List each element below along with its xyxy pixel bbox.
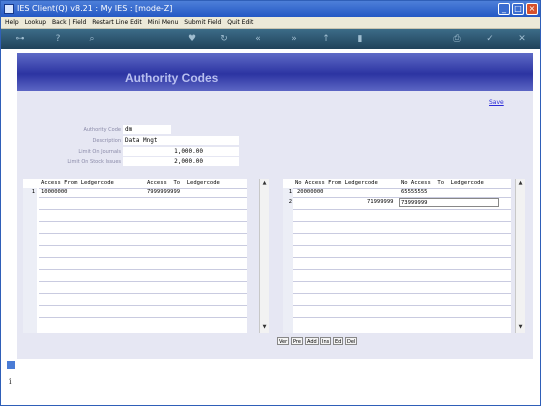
access-row-num: 1	[31, 189, 35, 195]
grid-line	[293, 305, 511, 306]
limit-stock-issues-field[interactable]: 2,000.00	[123, 157, 239, 166]
authority-code-field[interactable]: dm	[123, 125, 171, 134]
ok-icon[interactable]: ✓	[485, 34, 495, 44]
pre-button[interactable]: Pre	[291, 337, 303, 345]
row-gutter	[283, 188, 293, 333]
menu-help[interactable]: Help	[5, 19, 19, 26]
grid-line	[39, 209, 247, 210]
grid-line	[293, 281, 511, 282]
grid-line	[293, 209, 511, 210]
back-icon[interactable]: «	[253, 34, 263, 44]
grid-line	[39, 305, 247, 306]
limit-journals-field[interactable]: 1,000.00	[123, 147, 239, 156]
ver-button[interactable]: Ver	[277, 337, 290, 345]
delete-icon[interactable]: ▮	[355, 34, 365, 44]
info-icon[interactable]: i	[7, 377, 15, 385]
help-icon[interactable]: ?	[53, 34, 63, 44]
print-icon[interactable]: ⎙	[452, 34, 462, 44]
scroll-down-icon[interactable]: ▼	[261, 324, 268, 331]
access-to-cell[interactable]: 7999999999	[147, 188, 180, 196]
menu-bar: Help Lookup Back | Field Restart Line Ed…	[1, 17, 540, 29]
refresh-icon[interactable]: ↻	[219, 34, 229, 44]
no-access-from-header: No Access From Ledgercode	[295, 180, 378, 186]
ins-button[interactable]: Ins	[320, 337, 332, 345]
grid-line	[39, 257, 247, 258]
ed-button[interactable]: Ed	[333, 337, 344, 345]
access-to-header: Access To Ledgercode	[147, 180, 220, 186]
description-field[interactable]: Data Mngt	[123, 136, 239, 145]
grid-line	[39, 221, 247, 222]
grid-line	[293, 257, 511, 258]
no-access-row-num: 2	[288, 199, 292, 205]
minimize-button[interactable]: _	[498, 3, 510, 15]
grid-line	[293, 221, 511, 222]
application-window: IES Client(Q) v8.21 : My IES : [mode-Z] …	[0, 0, 541, 406]
close-button[interactable]: ×	[526, 3, 538, 15]
no-access-to-header: No Access To Ledgercode	[401, 180, 484, 186]
scroll-down-icon[interactable]: ▼	[517, 324, 524, 331]
no-access-to-input[interactable]: 73999999	[399, 198, 499, 207]
window-title: IES Client(Q) v8.21 : My IES : [mode-Z]	[17, 4, 173, 13]
menu-restart-line-edit[interactable]: Restart Line Edit	[92, 19, 142, 26]
limit-stock-issues-label: Limit On Stock Issues	[67, 159, 121, 165]
grid-line	[39, 188, 247, 189]
svg-text:i: i	[9, 377, 12, 385]
main-content: Save Authority Code dm Description Data …	[17, 91, 533, 359]
grid-line	[293, 269, 511, 270]
del-button[interactable]: Del	[345, 337, 358, 345]
forward-icon[interactable]: »	[289, 34, 299, 44]
access-from-header: Access From Ledgercode	[41, 180, 114, 186]
menu-submit-field[interactable]: Submit Field	[184, 19, 221, 26]
page-title: Authority Codes	[125, 71, 219, 85]
no-access-from-cell[interactable]: 71999999	[367, 198, 394, 206]
close-icon[interactable]: ✕	[517, 34, 527, 44]
row-gutter	[23, 188, 37, 333]
grid-line	[39, 197, 247, 198]
save-link[interactable]: Save	[489, 99, 504, 106]
right-grid-scrollbar[interactable]: ▲ ▼	[515, 179, 525, 333]
grid-line	[293, 233, 511, 234]
window-icon[interactable]	[7, 361, 15, 369]
toolbar: ⊶ ? ⌕ ♥ ↻ « » ↑ ▮ ⎙ ✓ ✕	[1, 29, 540, 49]
menu-quit-edit[interactable]: Quit Edit	[227, 19, 253, 26]
search-icon[interactable]: ⌕	[87, 34, 97, 44]
limit-journals-label: Limit On Journals	[78, 149, 121, 155]
scroll-up-icon[interactable]: ▲	[261, 180, 268, 187]
key-icon[interactable]: ⊶	[11, 34, 29, 44]
grid-line	[39, 281, 247, 282]
access-grid: Access From Ledgercode Access To Ledgerc…	[23, 179, 247, 333]
title-bar[interactable]: IES Client(Q) v8.21 : My IES : [mode-Z] …	[1, 1, 540, 17]
status-area: i	[1, 359, 540, 405]
grid-line	[39, 293, 247, 294]
up-icon[interactable]: ↑	[321, 34, 331, 44]
maximize-button[interactable]: □	[512, 3, 524, 15]
page-banner: Authority Codes	[17, 53, 533, 91]
heart-icon[interactable]: ♥	[187, 34, 197, 44]
grid-line	[293, 317, 511, 318]
left-grid-scrollbar[interactable]: ▲ ▼	[259, 179, 269, 333]
authority-code-label: Authority Code	[83, 127, 121, 133]
grid-line	[39, 233, 247, 234]
add-button[interactable]: Add	[305, 337, 319, 345]
no-access-grid: No Access From Ledgercode No Access To L…	[283, 179, 511, 333]
menu-back-field[interactable]: Back | Field	[52, 19, 86, 26]
menu-lookup[interactable]: Lookup	[25, 19, 46, 26]
grid-line	[293, 245, 511, 246]
grid-line	[39, 245, 247, 246]
menu-mini-menu[interactable]: Mini Menu	[148, 19, 179, 26]
no-access-to-cell[interactable]: 65555555	[401, 188, 428, 196]
no-access-from-cell[interactable]: 20000000	[297, 188, 324, 196]
scroll-up-icon[interactable]: ▲	[517, 180, 524, 187]
app-icon	[4, 4, 14, 14]
grid-line	[39, 269, 247, 270]
description-label: Description	[92, 138, 121, 144]
no-access-row-num: 1	[288, 189, 292, 195]
grid-line	[293, 293, 511, 294]
grid-line	[39, 317, 247, 318]
access-from-cell[interactable]: 10000000	[41, 188, 68, 196]
